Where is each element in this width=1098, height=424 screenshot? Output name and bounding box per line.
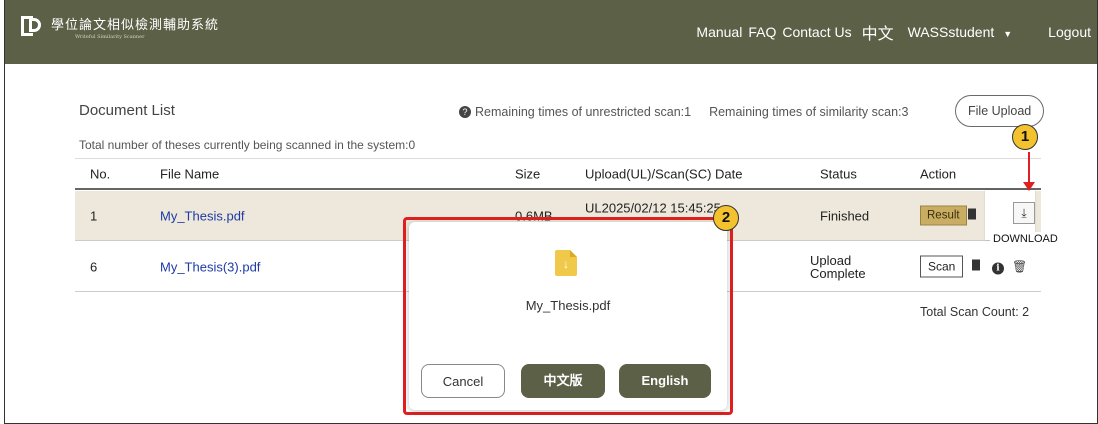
nav-contact[interactable]: Contact Us: [782, 24, 851, 40]
remaining-similarity: Remaining times of similarity scan:3: [709, 105, 909, 119]
cancel-button[interactable]: Cancel: [421, 364, 505, 398]
nav-manual[interactable]: Manual: [696, 24, 742, 40]
document-icon[interactable]: [968, 208, 976, 222]
document-icon[interactable]: [972, 259, 980, 273]
app-logo[interactable]: 學位論文相似檢測輔助系統 Writeful Similarity Scanner: [21, 14, 219, 40]
logo-title: 學位論文相似檢測輔助系統: [51, 17, 220, 32]
trash-icon[interactable]: 🗑: [1012, 259, 1027, 273]
user-name: WASSstudent: [907, 24, 995, 40]
info-icon[interactable]: i: [992, 259, 1004, 274]
top-bar: 學位論文相似檢測輔助系統 Writeful Similarity Scanner…: [5, 0, 1097, 64]
top-nav: Manual FAQ Contact Us 中文 WASSstudent ▼ Lo…: [696, 0, 1097, 64]
file-upload-button[interactable]: File Upload: [955, 95, 1045, 127]
modal-filename: My_Thesis.pdf: [525, 298, 611, 313]
status-text: Finished: [820, 208, 870, 223]
download-icon[interactable]: ⤓: [1013, 202, 1035, 224]
callout-2: 2: [713, 205, 739, 231]
caret-down-icon: ▼: [1003, 29, 1013, 39]
nav-language[interactable]: 中文: [862, 20, 894, 44]
download-tooltip: DOWNLOAD: [990, 232, 1061, 246]
header-action: Action: [920, 166, 957, 181]
page-title: Document List: [79, 102, 175, 119]
callout-arrowhead: [1023, 182, 1035, 191]
result-button[interactable]: Result: [920, 205, 967, 225]
english-version-button[interactable]: English: [619, 364, 711, 398]
header-date: Upload(UL)/Scan(SC) Date: [585, 166, 743, 181]
user-menu[interactable]: WASSstudent ▼: [908, 24, 1019, 40]
callout-1: 1: [1012, 124, 1038, 150]
table-header: No. File Name Size Upload(UL)/Scan(SC) D…: [75, 158, 1041, 190]
status-text: Upload Complete: [810, 254, 866, 280]
logo-icon: [21, 14, 45, 38]
header-size: Size: [515, 166, 541, 181]
app-frame: 學位論文相似檢測輔助系統 Writeful Similarity Scanner…: [4, 0, 1098, 424]
total-scan-count: Total Scan Count: 2: [920, 305, 1030, 319]
row-no: 6: [90, 259, 98, 274]
system-scan-count: Total number of theses currently being s…: [79, 138, 416, 152]
remaining-scans: ? Remaining times of unrestricted scan:1…: [459, 105, 908, 119]
row-no: 1: [90, 208, 98, 223]
nav-logout[interactable]: Logout: [1048, 24, 1091, 40]
remaining-unrestricted: Remaining times of unrestricted scan:1: [475, 105, 692, 119]
callout-arrow: [1028, 152, 1030, 184]
file-name-link[interactable]: My_Thesis.pdf: [160, 208, 245, 223]
chinese-version-button[interactable]: 中文版: [521, 364, 605, 398]
logo-subtitle: Writeful Similarity Scanner: [75, 34, 145, 40]
download-modal: ↓ My_Thesis.pdf Cancel 中文版 English: [409, 222, 727, 410]
header-file-name: File Name: [160, 166, 220, 181]
file-name-link[interactable]: My_Thesis(3).pdf: [160, 259, 260, 274]
header-no: No.: [90, 166, 111, 181]
status-line-2: Complete: [810, 265, 866, 281]
help-icon[interactable]: ?: [459, 106, 471, 118]
pdf-file-icon: ↓: [555, 250, 577, 276]
scan-button[interactable]: Scan: [920, 255, 964, 277]
upload-date: UL2025/02/12 15:45:25: [585, 200, 721, 216]
nav-faq[interactable]: FAQ: [748, 24, 776, 40]
header-status: Status: [820, 166, 857, 181]
